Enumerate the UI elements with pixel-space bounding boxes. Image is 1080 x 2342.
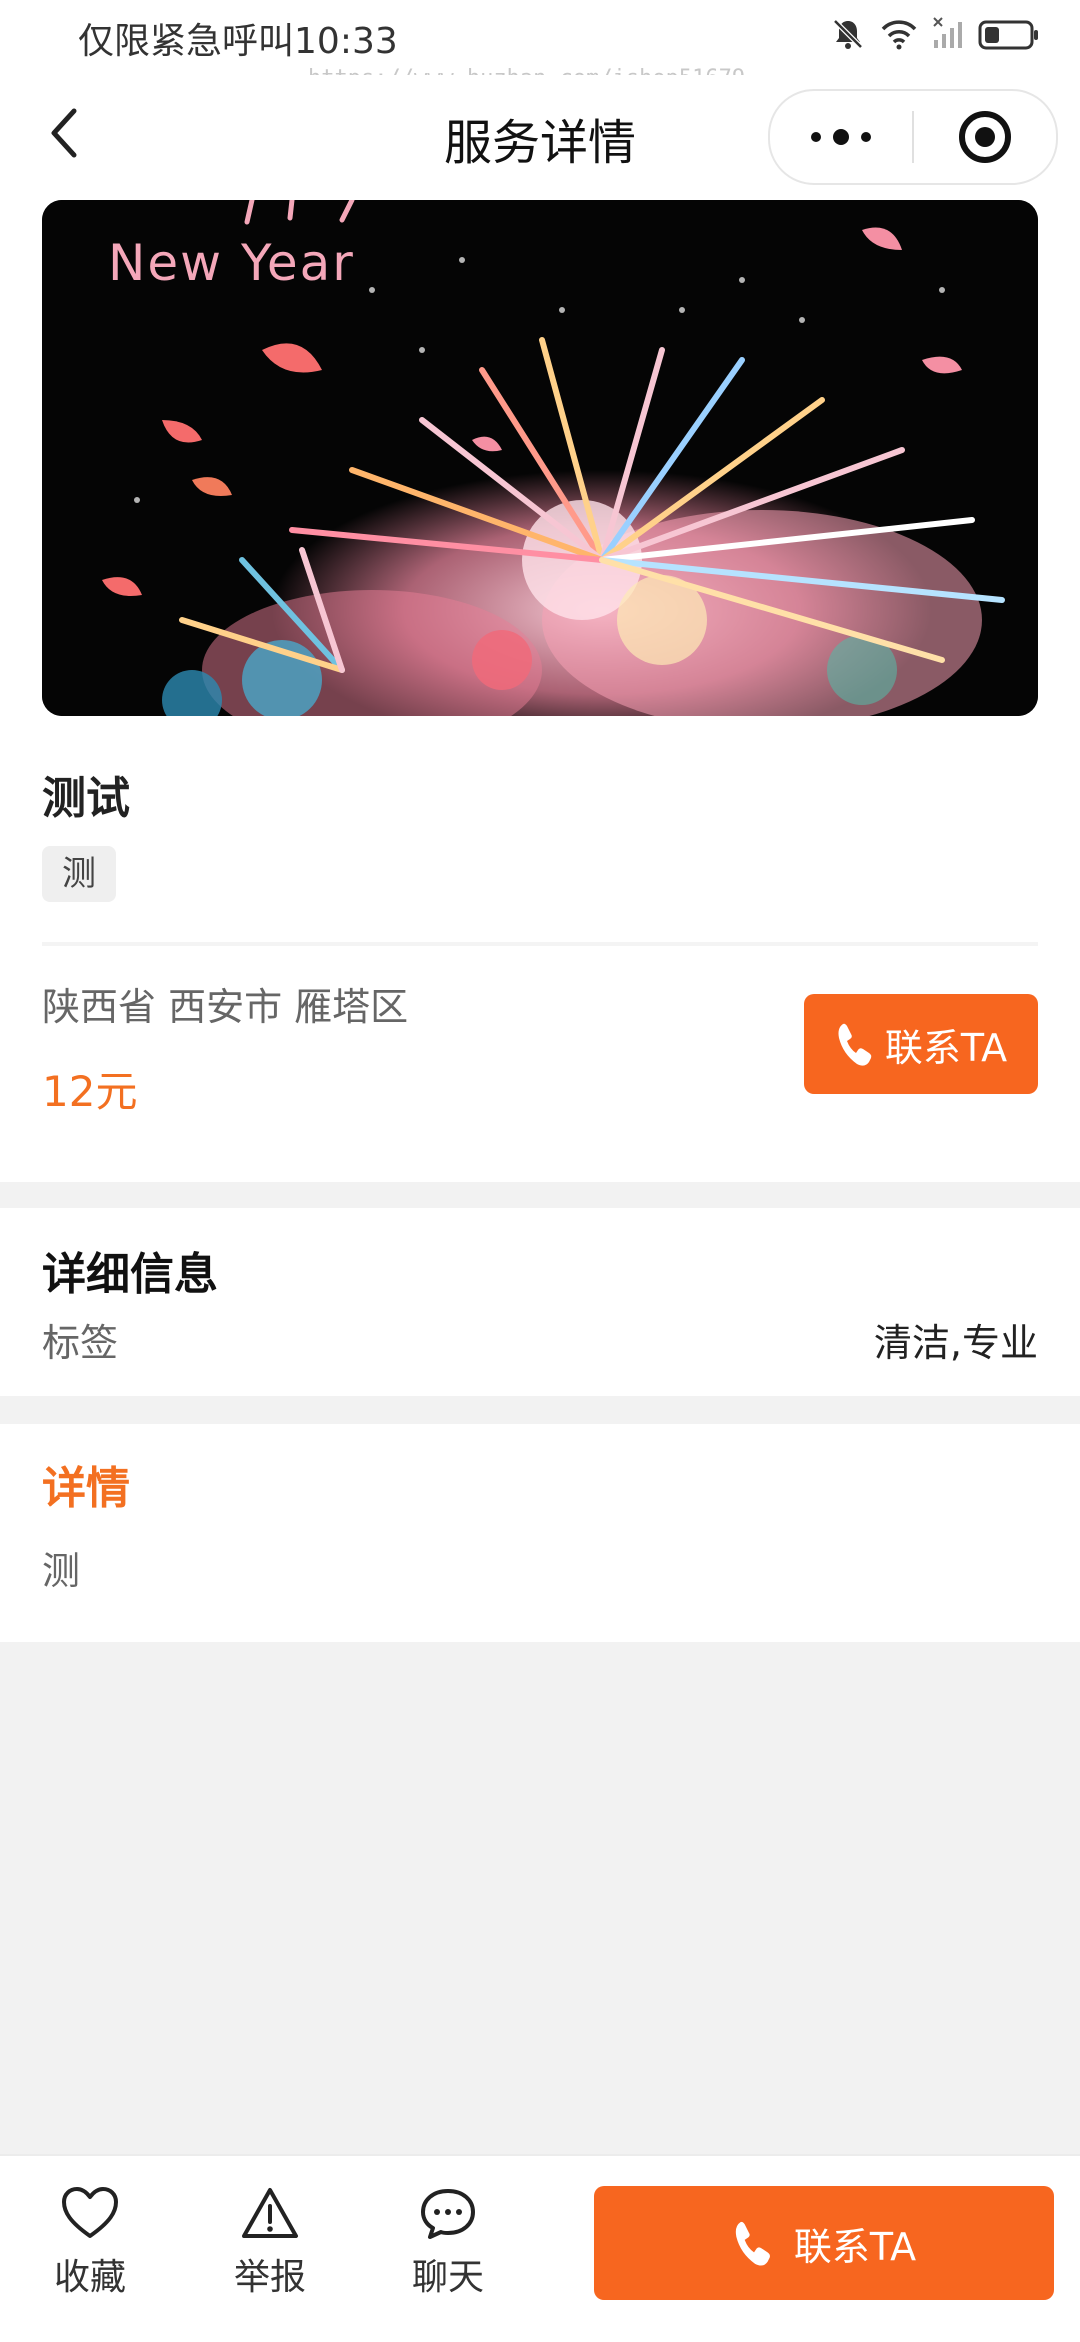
wifi-icon	[881, 20, 917, 50]
favorite-button[interactable]: 收藏	[30, 2186, 150, 2316]
detail-info-heading: 详细信息	[42, 1249, 218, 1300]
battery-icon	[978, 20, 1038, 50]
chat-button[interactable]: 聊天	[388, 2186, 508, 2316]
carrier-text: 仅限紧急呼叫	[78, 21, 295, 62]
contact-button-label: 联系TA	[884, 1025, 1008, 1070]
more-dots-icon	[811, 129, 871, 145]
clock-text: 10:33	[294, 21, 398, 62]
favorite-label: 收藏	[53, 2257, 126, 2298]
target-circle-icon	[959, 111, 1011, 163]
status-icons	[830, 16, 1040, 52]
contact-button[interactable]: 联系TA	[804, 994, 1038, 1094]
status-left: 仅限紧急呼叫10:33	[78, 12, 398, 64]
warning-icon	[242, 2188, 298, 2238]
signal-icon	[933, 17, 962, 48]
details-text: 测	[42, 1549, 81, 1593]
bottom-action-bar: 收藏 举报 聊天 联系TA	[0, 2154, 1080, 2342]
tag-value: 清洁,专业	[873, 1321, 1038, 1365]
service-tag: 测	[42, 846, 116, 902]
details-card: 详情 测	[0, 1424, 1080, 1642]
detail-info-card: 详细信息 标签 清洁,专业	[0, 1208, 1080, 1396]
service-title: 测试	[42, 773, 130, 824]
contact-main-button[interactable]: 联系TA	[594, 2186, 1054, 2300]
report-button[interactable]: 举报	[210, 2186, 330, 2316]
service-card: New Year 测试 测 陕西省 西安市 雁塔区 12元 联系TA	[0, 200, 1080, 1182]
fireworks-illustration: New Year	[42, 200, 1038, 716]
chat-bubble-icon	[421, 2189, 475, 2239]
banner-caption: New Year	[108, 234, 355, 292]
banner-image[interactable]: New Year	[42, 200, 1038, 716]
phone-icon	[838, 1023, 872, 1066]
report-label: 举报	[233, 2257, 306, 2298]
phone-icon	[735, 2221, 770, 2266]
divider	[42, 942, 1038, 946]
details-heading: 详情	[42, 1463, 130, 1514]
tag-label: 标签	[42, 1321, 119, 1365]
heart-icon	[62, 2187, 118, 2238]
service-price: 12元	[42, 1067, 138, 1116]
more-button[interactable]	[770, 91, 912, 183]
close-miniprogram-button[interactable]	[914, 91, 1056, 183]
mini-program-capsule	[768, 89, 1058, 185]
status-bar: 仅限紧急呼叫10:33	[0, 0, 1080, 75]
bell-muted-icon	[833, 19, 863, 49]
contact-main-label: 联系TA	[793, 2224, 917, 2269]
chat-label: 聊天	[411, 2257, 484, 2298]
nav-bar: 服务详情	[0, 75, 1080, 200]
service-location: 陕西省 西安市 雁塔区	[42, 985, 409, 1029]
